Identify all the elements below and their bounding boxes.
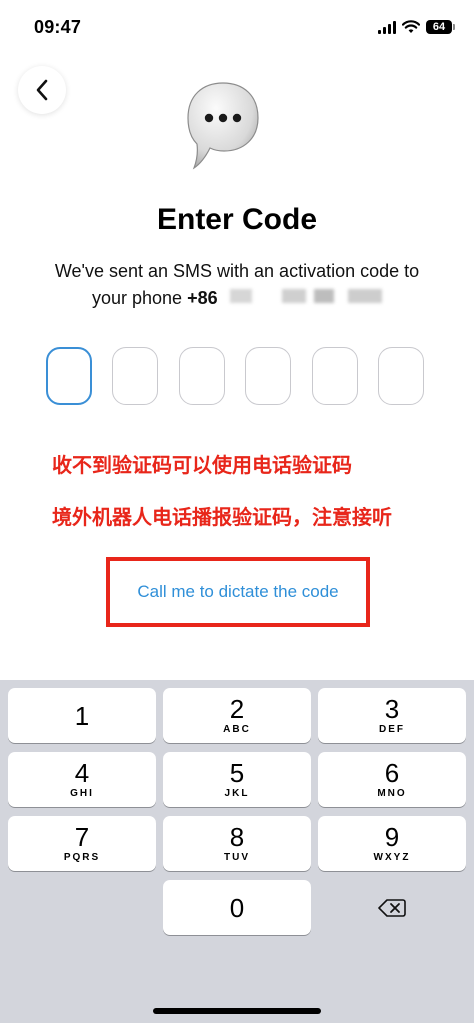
- key-4[interactable]: 4 GHI: [8, 752, 156, 807]
- cellular-signal-icon: [378, 20, 396, 34]
- key-9[interactable]: 9 WXYZ: [318, 816, 466, 871]
- key-7[interactable]: 7 PQRS: [8, 816, 156, 871]
- key-digit: 1: [74, 700, 90, 731]
- call-me-label: Call me to dictate the code: [137, 582, 339, 601]
- annotation-line-1: 收不到验证码可以使用电话验证码: [52, 455, 352, 477]
- numeric-keypad: 1 2 ABC 3 DEF 4 GHI 5 JKL 6 MNO 7 PQRS 8…: [0, 680, 474, 1023]
- subtitle-line-1: We've sent an SMS with an activation cod…: [54, 261, 420, 281]
- key-digit: 5: [229, 758, 245, 788]
- key-letters: DEF: [379, 724, 405, 735]
- key-letters: PQRS: [63, 852, 101, 863]
- subtitle-prefix: your phone: [92, 288, 188, 308]
- speech-bubble-icon: [187, 82, 259, 170]
- phone-number-redacted: [230, 289, 382, 303]
- key-letters: MNO: [377, 788, 407, 799]
- delete-key[interactable]: [318, 880, 466, 935]
- key-digit: 7: [74, 822, 90, 852]
- key-digit: 3: [384, 694, 400, 724]
- key-digit: 0: [229, 892, 245, 923]
- code-digit-1[interactable]: [46, 347, 92, 405]
- key-0[interactable]: 0: [163, 880, 311, 935]
- home-indicator: [153, 1008, 321, 1014]
- chevron-left-icon: [36, 79, 48, 101]
- page-title: Enter Code: [156, 203, 318, 236]
- delete-backspace-icon: [378, 898, 406, 917]
- code-digit-6[interactable]: [378, 347, 424, 405]
- key-5[interactable]: 5 JKL: [163, 752, 311, 807]
- key-3[interactable]: 3 DEF: [318, 688, 466, 743]
- wifi-icon: [402, 20, 420, 33]
- key-8[interactable]: 8 TUV: [163, 816, 311, 871]
- key-letters: WXYZ: [373, 852, 411, 863]
- key-letters: TUV: [224, 852, 250, 863]
- key-digit: 9: [384, 822, 400, 852]
- key-digit: 8: [229, 822, 245, 852]
- battery-icon: 64: [426, 20, 455, 34]
- key-2[interactable]: 2 ABC: [163, 688, 311, 743]
- annotation-line-2: 境外机器人电话播报验证码，注意接听: [52, 507, 392, 529]
- phone-prefix: +86: [187, 288, 218, 308]
- battery-level: 64: [432, 21, 446, 33]
- status-time: 09:47: [34, 17, 82, 37]
- key-letters: JKL: [224, 788, 250, 799]
- status-icons: 64: [378, 19, 455, 35]
- back-button[interactable]: [18, 66, 66, 114]
- code-digit-4[interactable]: [245, 347, 291, 405]
- call-me-link[interactable]: Call me to dictate the code: [106, 557, 370, 627]
- code-digit-2[interactable]: [112, 347, 158, 405]
- code-digit-5[interactable]: [312, 347, 358, 405]
- key-letters: ABC: [223, 724, 251, 735]
- key-letters: GHI: [70, 788, 94, 799]
- key-digit: 2: [229, 694, 245, 724]
- key-digit: 4: [74, 758, 90, 788]
- key-digit: 6: [384, 758, 400, 788]
- key-6[interactable]: 6 MNO: [318, 752, 466, 807]
- code-digit-3[interactable]: [179, 347, 225, 405]
- key-1[interactable]: 1: [8, 688, 156, 743]
- subtitle-line-2: your phone +86: [92, 288, 218, 309]
